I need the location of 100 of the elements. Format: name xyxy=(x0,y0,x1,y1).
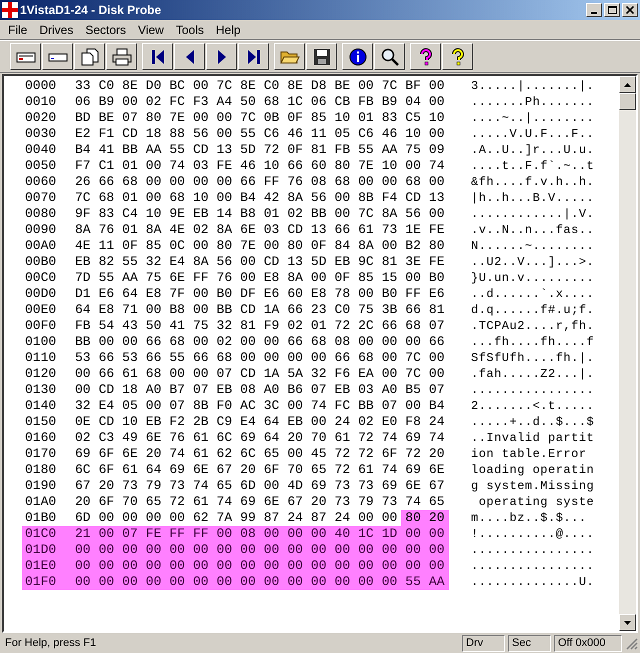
byte-cell-text: C9 xyxy=(216,414,234,430)
byte-cell-text: 55 xyxy=(121,254,139,270)
hex-row[interactable]: 0190 67 20 73 79 73 74 65 6D 00 4D 69 73 73 69 6E 67 xyxy=(22,478,449,494)
hex-row[interactable]: 0170 69 6F 6E 20 74 61 62 6C 65 00 45 72 72 6F 72 20 xyxy=(22,446,449,462)
byte-cell-text: 62 xyxy=(216,446,234,462)
hex-row[interactable]: 01F0 00 00 00 00 00 00 00 00 00 00 00 00 00 00 55 AA xyxy=(22,574,449,590)
hex-row[interactable]: 01A0 20 6F 70 65 72 61 74 69 6E 67 20 73 79 73 74 65 xyxy=(22,494,449,510)
byte-cell-text: E6 xyxy=(262,286,280,302)
hex-row[interactable]: 0050 F7 C1 01 00 74 03 FE 46 10 66 60 80 7E 10 00 74 xyxy=(22,158,449,174)
ascii-cell: d.q......f#.u;f. xyxy=(471,302,594,318)
hex-row[interactable]: 0140 32 E4 05 00 07 8B F0 AC 3C 00 74 FC BB 07 00 B4 xyxy=(22,398,449,414)
hex-row[interactable]: 01C0 21 00 07 FE FF FF 00 08 00 00 00 40 1C 1D 00 00 xyxy=(22,526,449,542)
hex-row[interactable]: 00E0 64 E8 71 00 B8 00 BB CD 1A 66 23 C0 75 3B 66 81 xyxy=(22,302,449,318)
first-button[interactable] xyxy=(142,43,173,70)
ascii-cell: N......~........ xyxy=(471,238,594,254)
byte-cell-text: 64 xyxy=(121,286,139,302)
hex-row[interactable]: 00C0 7D 55 AA 75 6E FF 76 00 E8 8A 00 0F 85 15 00 B0 xyxy=(22,270,449,286)
hex-row[interactable]: 0080 9F 83 C4 10 9E EB 14 B8 01 02 BB 00 7C 8A 56 00 xyxy=(22,206,449,222)
hex-row[interactable]: 0070 7C 68 01 00 68 10 00 B4 42 8A 56 00 8B F4 CD 13 xyxy=(22,190,449,206)
card-button[interactable] xyxy=(10,43,41,70)
byte-cell-text: 07 xyxy=(121,526,139,542)
byte-cell-text: E4 xyxy=(98,398,116,414)
hex-row[interactable]: 0090 8A 76 01 8A 4E 02 8A 6E 03 CD 13 66 61 73 1E FE xyxy=(22,222,449,238)
byte-cell-text: 75 xyxy=(404,142,422,158)
context-help-button[interactable] xyxy=(442,43,473,70)
minimize-button[interactable] xyxy=(586,3,602,17)
byte-cell-text: 8A xyxy=(357,238,375,254)
byte-cell-text: 00 xyxy=(239,254,257,270)
byte-cell-text: FC xyxy=(168,94,186,110)
byte-cell-text: 00 xyxy=(121,574,139,590)
byte-cell-text: 61 xyxy=(192,430,210,446)
hex-row[interactable]: 0100 BB 00 00 66 68 00 02 00 00 66 68 08 00 00 00 66 xyxy=(22,334,449,350)
byte-cell-text: B0 xyxy=(216,286,234,302)
hex-row[interactable]: 0160 02 C3 49 6E 76 61 6C 69 64 20 70 61 72 74 69 74 xyxy=(22,430,449,446)
menu-item[interactable]: File xyxy=(2,20,34,38)
menu-item[interactable]: View xyxy=(132,20,170,38)
byte-cell-text: 6C xyxy=(239,446,257,462)
byte-cell-text: 6F xyxy=(262,462,280,478)
hex-row[interactable]: 0060 26 66 68 00 00 00 00 66 FF 76 08 68 00 00 68 00 xyxy=(22,174,449,190)
byte-cell-text: 00 xyxy=(98,542,116,558)
hex-row[interactable]: 0040 B4 41 BB AA 55 CD 13 5D 72 0F 81 FB 55 AA 75 09 xyxy=(22,142,449,158)
hex-row[interactable]: 0150 0E CD 10 EB F2 2B C9 E4 64 EB 00 24 02 E0 F8 24 xyxy=(22,414,449,430)
scroll-thumb[interactable] xyxy=(619,93,636,110)
hex-row[interactable]: 01E0 00 00 00 00 00 00 00 00 00 00 00 00 00 00 00 00 xyxy=(22,558,449,574)
byte-cell-text: 00 xyxy=(286,526,304,542)
scroll-down-button[interactable] xyxy=(619,614,636,631)
byte-cell-text: 07 xyxy=(121,110,139,126)
printer-button[interactable] xyxy=(106,43,137,70)
hex-row[interactable]: 00A0 4E 11 0F 85 0C 00 80 7E 00 80 0F 84 8A 00 B2 80 xyxy=(22,238,449,254)
byte-cell-text: 40 xyxy=(334,526,352,542)
menu-item[interactable]: Drives xyxy=(33,20,80,38)
byte-cell-text: C6 xyxy=(262,126,280,142)
next-button[interactable] xyxy=(206,43,237,70)
byte-cell-text: 18 xyxy=(121,382,139,398)
info-button[interactable] xyxy=(342,43,373,70)
menu-item[interactable]: Help xyxy=(210,20,247,38)
hex-row[interactable]: 01B0 6D 00 00 00 00 62 7A 99 87 24 87 24 00 00 80 20 xyxy=(22,510,449,526)
open-button[interactable] xyxy=(274,43,305,70)
hex-row[interactable]: 0120 00 66 61 68 00 00 07 CD 1A 5A 32 F6 EA 00 7C 00 xyxy=(22,366,449,382)
hex-row[interactable]: 00D0 D1 E6 64 E8 7F 00 B0 DF E6 60 E8 78 00 B0 FF E6 xyxy=(22,286,449,302)
byte-cell-text: 00 xyxy=(262,574,280,590)
byte-cell-text: 69 xyxy=(310,478,328,494)
hex-row[interactable]: 00B0 EB 82 55 32 E4 8A 56 00 CD 13 5D EB 9C 81 3E FE xyxy=(22,254,449,270)
hex-row[interactable]: 0130 00 CD 18 A0 B7 07 EB 08 A0 B6 07 EB 03 A0 B5 07 xyxy=(22,382,449,398)
byte-cell-text: 88 xyxy=(168,126,186,142)
byte-cell-text: 74 xyxy=(380,462,398,478)
search-button[interactable] xyxy=(374,43,405,70)
byte-cell-text: B9 xyxy=(98,94,116,110)
last-button[interactable] xyxy=(238,43,269,70)
status-pane: Off 0x000 xyxy=(554,634,622,652)
previous-button[interactable] xyxy=(174,43,205,70)
scroll-up-button[interactable] xyxy=(619,76,636,93)
ascii-cell: g system.Missing xyxy=(471,478,594,494)
byte-cell-text: F7 xyxy=(74,158,92,174)
byte-cell-text: 14 xyxy=(216,206,234,222)
maximize-button[interactable] xyxy=(604,3,620,17)
close-button[interactable] xyxy=(622,3,638,17)
hex-row[interactable]: 0000 33 C0 8E D0 BC 00 7C 8E C0 8E D8 BE 00 7C BF 00 xyxy=(22,78,449,94)
hex-row[interactable]: 0010 06 B9 00 02 FC F3 A4 50 68 1C 06 CB FB B9 04 00 xyxy=(22,94,449,110)
hex-row[interactable]: 0110 53 66 53 66 55 66 68 00 00 00 00 66 68 00 7C 00 xyxy=(22,350,449,366)
hex-row[interactable]: 0020 BD BE 07 80 7E 00 00 7C 0B 0F 85 10 01 83 C5 10 xyxy=(22,110,449,126)
help-button[interactable] xyxy=(410,43,441,70)
byte-cell-text: 00 xyxy=(380,558,398,574)
byte-cell-text: 74 xyxy=(192,478,210,494)
drive-button[interactable] xyxy=(42,43,73,70)
menu-item[interactable]: Tools xyxy=(170,20,210,38)
menu-item[interactable]: Sectors xyxy=(79,20,132,38)
hex-row[interactable]: 01D0 00 00 00 00 00 00 00 00 00 00 00 00 00 00 00 00 xyxy=(22,542,449,558)
ascii-cell: SfSfUfh....fh.|. xyxy=(471,350,594,366)
hex-row[interactable]: 0030 E2 F1 CD 18 88 56 00 55 C6 46 11 05 C6 46 10 00 xyxy=(22,126,449,142)
hex-row[interactable]: 00F0 FB 54 43 50 41 75 32 81 F9 02 01 72 2C 66 68 07 xyxy=(22,318,449,334)
ascii-cell: .....V.U.F...F.. xyxy=(471,126,594,142)
byte-cell-text: F8 xyxy=(404,414,422,430)
byte-cell-text: 07 xyxy=(310,382,328,398)
save-button[interactable] xyxy=(306,43,337,70)
ascii-cell-text: operating syste xyxy=(478,494,594,510)
scrollbar[interactable] xyxy=(619,76,636,631)
hex-row[interactable]: 0180 6C 6F 61 64 69 6E 67 20 6F 70 65 72 61 74 69 6E xyxy=(22,462,449,478)
pages-button[interactable] xyxy=(74,43,105,70)
search-icon xyxy=(380,48,400,66)
